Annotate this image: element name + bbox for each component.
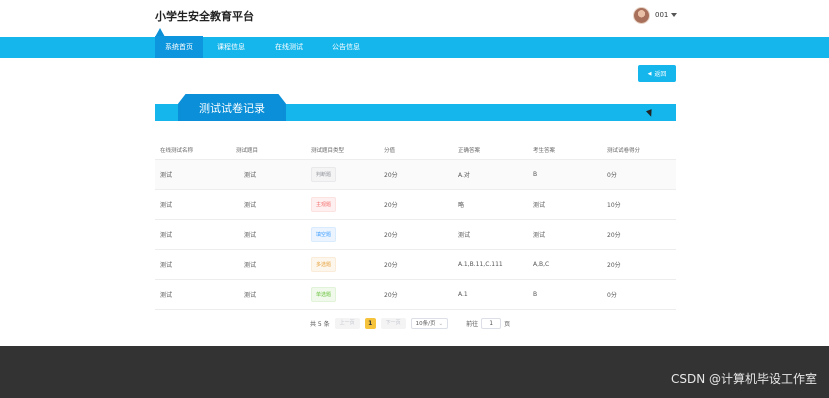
cell-student-answer: A,B,C: [533, 261, 550, 268]
cell-test-name: 测试: [160, 232, 173, 239]
cell-question: 测试: [244, 292, 257, 299]
cell-question-type: 多选题: [306, 257, 379, 272]
table-row[interactable]: 测试 测试 判断题 20分 A.对 B 0分: [155, 160, 676, 190]
cell-result-score: 0分: [607, 292, 617, 299]
next-page-button[interactable]: 下一页: [380, 318, 406, 329]
nav-item-home[interactable]: 系统首页: [150, 28, 210, 58]
cell-correct-answer: 略: [458, 202, 465, 209]
cell-result-score: 10分: [607, 202, 621, 209]
cell-correct-answer: A.对: [458, 172, 470, 179]
pagination-total: 共 5 条: [310, 321, 330, 328]
navbar: 课程信息 在线测试 公告信息: [0, 37, 829, 58]
table-row[interactable]: 测试 测试 单选题 20分 A.1 B 0分: [155, 280, 676, 310]
type-tag: 单选题: [311, 287, 337, 302]
nav-item-announcement[interactable]: 公告信息: [321, 37, 371, 58]
nav-item-home-label[interactable]: 系统首页: [155, 36, 203, 58]
page-size-select[interactable]: 10条/页 ⌄: [410, 318, 449, 329]
col-question: 测试题目: [236, 147, 259, 154]
arrow-left-icon: ◀: [647, 70, 652, 77]
cell-test-name: 测试: [160, 292, 173, 299]
table-row[interactable]: 测试 测试 主观题 20分 略 测试 10分: [155, 190, 676, 220]
cell-correct-answer: 测试: [458, 232, 471, 239]
type-tag: 主观题: [311, 197, 337, 212]
cell-question-type: 判断题: [306, 167, 379, 182]
cell-score: 20分: [384, 262, 398, 269]
cell-result-score: 20分: [607, 262, 621, 269]
section-tab: 测试试卷记录: [178, 94, 286, 121]
col-test-name: 在线测试名称: [160, 147, 194, 154]
cell-correct-answer: A.1: [458, 291, 468, 298]
prev-page-button[interactable]: 上一页: [334, 318, 360, 329]
section-title: 测试试卷记录: [199, 102, 265, 115]
col-question-type: 测试题目类型: [311, 147, 345, 154]
goto-suffix: 页: [504, 321, 511, 328]
username[interactable]: 001: [655, 11, 668, 19]
cell-student-answer: 测试: [533, 232, 546, 239]
records-table: 在线测试名称 测试题目 测试题目类型 分值 正确答案 考生答案 测试试卷得分 测…: [155, 140, 676, 310]
cell-correct-answer: A.1,B.11,C.111: [458, 261, 503, 268]
page-size-value[interactable]: 10条/页: [416, 321, 436, 327]
avatar[interactable]: [633, 6, 650, 24]
cell-question: 测试: [244, 202, 257, 209]
col-result-score: 测试试卷得分: [607, 147, 641, 154]
watermark: CSDN @计算机毕设工作室: [670, 372, 817, 386]
table-row[interactable]: 测试 测试 多选题 20分 A.1,B.11,C.111 A,B,C 20分: [155, 250, 676, 280]
nav-item-online-test[interactable]: 在线测试: [264, 37, 314, 58]
col-student-answer: 考生答案: [533, 147, 556, 154]
back-button[interactable]: ◀ 返回: [638, 65, 676, 82]
chevron-down-icon[interactable]: [671, 13, 678, 17]
cell-student-answer: B: [533, 291, 538, 298]
cell-question: 测试: [244, 172, 257, 179]
header: 小学生安全教育平台 001: [0, 0, 829, 37]
goto-label: 前往: [466, 321, 479, 328]
site-title: 小学生安全教育平台: [155, 10, 254, 23]
table-row[interactable]: 测试 测试 填空题 20分 测试 测试 20分: [155, 220, 676, 250]
type-tag: 判断题: [311, 167, 337, 182]
footer: CSDN @计算机毕设工作室: [0, 346, 829, 398]
cell-score: 20分: [384, 232, 398, 239]
cell-result-score: 20分: [607, 232, 621, 239]
user-menu[interactable]: 001: [633, 6, 678, 24]
cell-student-answer: 测试: [533, 202, 546, 209]
chevron-down-icon[interactable]: ⌄: [439, 321, 444, 327]
cell-test-name: 测试: [160, 262, 173, 269]
cell-test-name: 测试: [160, 202, 173, 209]
page-number-current[interactable]: 1: [364, 318, 376, 329]
col-correct-answer: 正确答案: [458, 147, 481, 154]
type-tag: 多选题: [311, 257, 337, 272]
back-button-label[interactable]: 返回: [654, 69, 666, 78]
col-score: 分值: [384, 147, 396, 154]
cell-question-type: 单选题: [306, 287, 379, 302]
cell-question-type: 主观题: [306, 197, 379, 212]
cell-score: 20分: [384, 202, 398, 209]
pagination: 共 5 条 上一页 1 下一页 10条/页 ⌄ 前往 1 页: [310, 317, 510, 330]
nav-item-course[interactable]: 课程信息: [206, 37, 256, 58]
cell-test-name: 测试: [160, 172, 173, 179]
cell-question-type: 填空题: [306, 227, 379, 242]
cell-student-answer: B: [533, 171, 538, 178]
cell-score: 20分: [384, 172, 398, 179]
cell-score: 20分: [384, 292, 398, 299]
cell-question: 测试: [244, 262, 257, 269]
goto-page-input[interactable]: 1: [481, 318, 502, 329]
table-header: 在线测试名称 测试题目 测试题目类型 分值 正确答案 考生答案 测试试卷得分: [155, 140, 676, 160]
cell-result-score: 0分: [607, 172, 617, 179]
type-tag: 填空题: [311, 227, 337, 242]
cell-question: 测试: [244, 232, 257, 239]
